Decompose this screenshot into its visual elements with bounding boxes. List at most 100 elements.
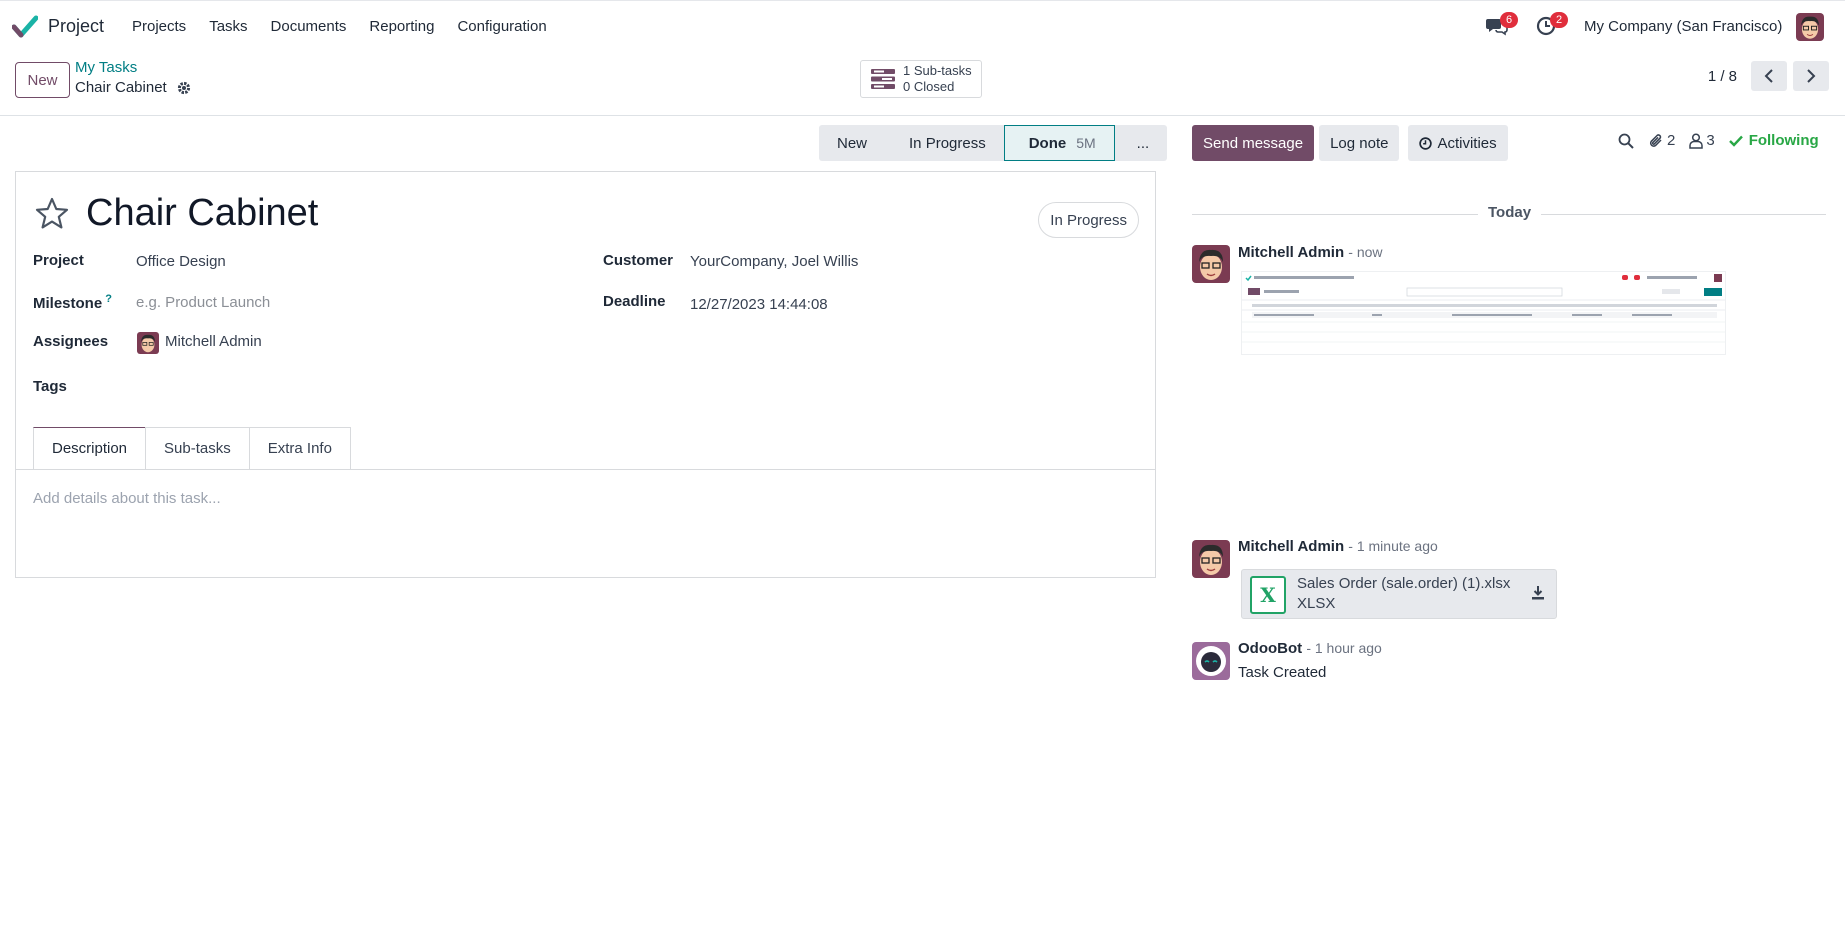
message-time: - 1 hour ago [1306, 640, 1382, 656]
stage-more-label: ... [1136, 134, 1150, 152]
following-label: Following [1748, 132, 1819, 149]
stage-done-count: 5M [1076, 135, 1096, 151]
user-avatar-image [1796, 13, 1824, 41]
tags-field[interactable] [136, 378, 536, 398]
message-body: Task Created [1238, 664, 1327, 681]
user-icon [1689, 132, 1704, 149]
project-app-icon[interactable] [12, 15, 38, 39]
milestone-field[interactable]: e.g. Product Launch [136, 294, 270, 311]
attachments-button[interactable]: 2 [1648, 132, 1675, 149]
pager-previous-button[interactable] [1751, 61, 1787, 91]
screenshot-thumbnail [1242, 272, 1725, 354]
message-header: Mitchell Admin - 1 minute ago [1238, 538, 1438, 555]
control-panel: New My Tasks Chair Cabinet 1 Sub-tasks 0… [0, 52, 1845, 116]
main-menu: Projects Tasks Documents Reporting Confi… [132, 18, 570, 35]
star-icon[interactable] [34, 196, 70, 232]
assignees-label: Assignees [33, 333, 109, 350]
menu-projects[interactable]: Projects [132, 18, 186, 35]
clock-icon [1419, 136, 1433, 150]
tab-extra-info[interactable]: Extra Info [248, 427, 351, 469]
message-author[interactable]: Mitchell Admin [1238, 538, 1344, 555]
stage-done[interactable]: Done 5M [1003, 125, 1115, 161]
chevron-left-icon [1764, 69, 1773, 83]
mitchell-avatar-image [1192, 540, 1230, 578]
deadline-field[interactable]: 12/27/2023 14:44:08 [690, 296, 828, 313]
task-title[interactable]: Chair Cabinet [86, 192, 318, 235]
breadcrumb-my-tasks[interactable]: My Tasks [75, 59, 137, 76]
assignee-avatar [137, 332, 159, 354]
company-switcher[interactable]: My Company (San Francisco) [1584, 18, 1782, 35]
message-avatar[interactable] [1192, 245, 1230, 283]
menu-tasks[interactable]: Tasks [209, 18, 247, 35]
description-editor[interactable]: Add details about this task... [33, 490, 221, 507]
message-time: - 1 minute ago [1348, 538, 1438, 554]
attachment-type: XLSX [1297, 595, 1336, 612]
tab-divider [16, 469, 1155, 470]
search-icon[interactable] [1618, 133, 1634, 149]
chevron-right-icon [1807, 69, 1816, 83]
tags-label: Tags [33, 378, 67, 395]
tasks-list-icon [871, 69, 895, 89]
message-time: - now [1348, 244, 1383, 260]
message-avatar[interactable] [1192, 540, 1230, 578]
activities-button[interactable]: 2 [1536, 12, 1568, 38]
following-button[interactable]: Following [1728, 132, 1819, 149]
form-tabs: Description Sub-tasks Extra Info [33, 427, 351, 469]
attachment-name: Sales Order (sale.order) (1).xlsx [1297, 575, 1511, 592]
project-field[interactable]: Office Design [136, 253, 226, 270]
menu-configuration[interactable]: Configuration [457, 18, 546, 35]
send-message-button[interactable]: Send message [1192, 125, 1315, 161]
paperclip-icon [1649, 133, 1662, 147]
log-note-button[interactable]: Log note [1319, 125, 1400, 161]
message-avatar[interactable] [1192, 642, 1230, 680]
activities-label: Activities [1437, 134, 1497, 152]
subtasks-smart-button[interactable]: 1 Sub-tasks 0 Closed [860, 60, 982, 98]
stage-new[interactable]: New [819, 125, 886, 161]
stage-statusbar: New In Progress Done 5M ... [819, 125, 1168, 161]
activities-button-chatter[interactable]: Activities [1408, 125, 1508, 161]
tab-description[interactable]: Description [33, 427, 147, 469]
subtasks-closed: 0 Closed [903, 79, 955, 94]
subtasks-count: 1 Sub-tasks [903, 63, 972, 78]
messaging-button[interactable]: 6 [1486, 12, 1518, 38]
attachment-card[interactable]: X Sales Order (sale.order) (1).xlsx XLSX [1241, 569, 1557, 619]
assignee-name[interactable]: Mitchell Admin [165, 333, 262, 350]
attachment-image-preview[interactable] [1241, 271, 1726, 355]
chatter-tools: 2 3 Following [1618, 132, 1819, 149]
message-header: Mitchell Admin - now [1238, 244, 1383, 261]
download-icon[interactable] [1530, 585, 1546, 601]
message-author[interactable]: Mitchell Admin [1238, 244, 1344, 261]
message-author[interactable]: OdooBot [1238, 640, 1302, 657]
odoobot-avatar-image [1192, 642, 1230, 680]
gear-icon[interactable] [177, 81, 191, 95]
assignee-avatar-image [137, 332, 159, 354]
stage-in-progress[interactable]: In Progress [885, 125, 1004, 161]
help-tooltip-icon[interactable]: ? [105, 293, 112, 305]
customer-label: Customer [603, 252, 674, 269]
app-title[interactable]: Project [48, 16, 104, 37]
milestone-label-text: Milestone [33, 295, 103, 312]
task-form-sheet: Chair Cabinet In Progress Project Office… [15, 171, 1156, 578]
record-pager: 1 / 8 [1708, 61, 1829, 91]
menu-documents[interactable]: Documents [271, 18, 347, 35]
deadline-label: Deadline [603, 293, 666, 310]
stage-more-button[interactable]: ... [1114, 125, 1168, 161]
top-navbar: Project Projects Tasks Documents Reporti… [0, 0, 1845, 52]
stage-done-label: Done [1028, 134, 1067, 152]
message-header: OdooBot - 1 hour ago [1238, 640, 1382, 657]
tab-sub-tasks[interactable]: Sub-tasks [145, 427, 250, 469]
new-button[interactable]: New [15, 62, 70, 98]
breadcrumb-current: Chair Cabinet [75, 79, 191, 96]
stage-in-progress-label: In Progress [909, 134, 986, 152]
mitchell-avatar-image [1192, 245, 1230, 283]
spreadsheet-icon: X [1250, 576, 1286, 614]
user-avatar[interactable] [1796, 13, 1824, 41]
followers-button[interactable]: 3 [1689, 132, 1715, 149]
pager-next-button[interactable] [1793, 61, 1829, 91]
task-state-button[interactable]: In Progress [1038, 202, 1139, 238]
menu-reporting[interactable]: Reporting [369, 18, 434, 35]
customer-field[interactable]: YourCompany, Joel Willis [690, 253, 858, 270]
pager-value[interactable]: 1 / 8 [1708, 68, 1737, 85]
breadcrumb-current-label: Chair Cabinet [75, 79, 167, 96]
project-label: Project [33, 252, 84, 269]
